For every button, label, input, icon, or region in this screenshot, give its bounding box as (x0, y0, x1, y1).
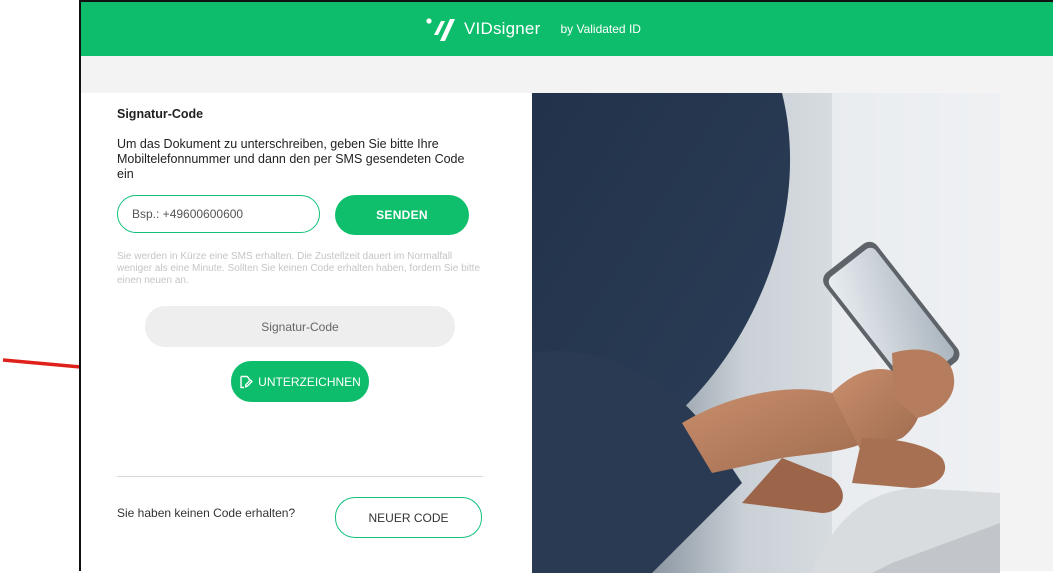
vidsigner-logo-icon (426, 18, 455, 41)
person-using-phone-image (532, 93, 1000, 573)
new-code-button[interactable]: NEUER CODE (335, 497, 482, 538)
send-button[interactable]: SENDEN (335, 195, 469, 235)
no-code-text: Sie haben keinen Code erhalten? (117, 506, 296, 520)
section-divider (117, 476, 483, 477)
sign-button[interactable]: UNTERZEICHNEN (231, 361, 369, 402)
app-window: VIDsigner by Validated ID Signatur-Code … (79, 0, 1053, 573)
header-bar: VIDsigner by Validated ID (81, 2, 1053, 56)
sms-hint-text: Sie werden in Kürze eine SMS erhalten. D… (117, 251, 481, 286)
page-title: Signatur-Code (117, 107, 204, 121)
signature-code-input[interactable] (145, 306, 455, 347)
brand-byline: by Validated ID (560, 22, 641, 36)
instructions-text: Um das Dokument zu unterschreiben, geben… (117, 137, 465, 181)
signature-card: Signatur-Code Um das Dokument zu untersc… (81, 93, 532, 573)
hero-photo (532, 93, 1000, 573)
brand-logo: VIDsigner by Validated ID (426, 15, 641, 43)
document-edit-icon (240, 375, 253, 388)
brand-name: VIDsigner (464, 19, 541, 38)
sign-button-label: UNTERZEICHNEN (258, 374, 361, 389)
phone-number-input[interactable] (117, 195, 320, 233)
